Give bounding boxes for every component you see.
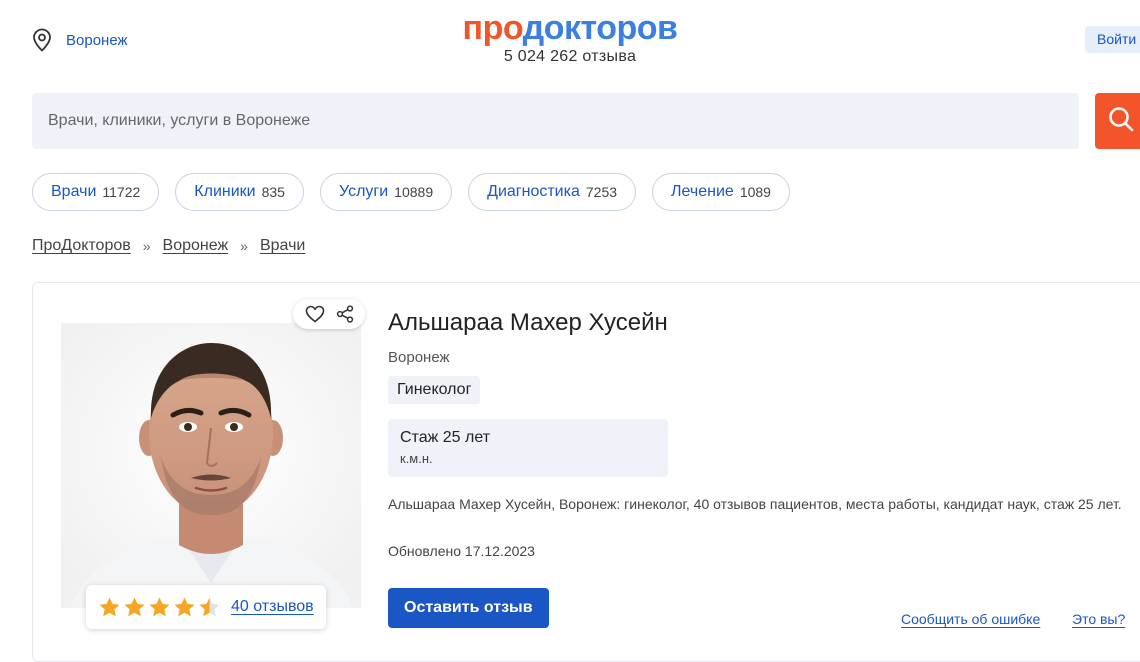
leave-review-button[interactable]: Оставить отзыв: [388, 588, 549, 628]
breadcrumb-separator: »: [142, 238, 151, 254]
breadcrumb: ПроДокторов » Воронеж » Врачи: [32, 237, 305, 255]
star-icon: [99, 597, 120, 617]
doctor-card: 40 отзывов Альшараа Махер Хусейн Воронеж…: [32, 282, 1140, 662]
tab-doctors[interactable]: Врачи 11722: [32, 173, 160, 211]
breadcrumb-separator: »: [240, 238, 248, 254]
tab-treatment[interactable]: Лечение 1089: [652, 173, 790, 211]
logo[interactable]: продокторов 5 024 262 отзыва: [0, 8, 1140, 66]
total-review-count: 5 024 262 отзыва: [503, 48, 637, 65]
share-icon[interactable]: [336, 305, 354, 323]
report-error-link[interactable]: Сообщить об ошибке: [901, 611, 1040, 627]
heart-icon[interactable]: [305, 305, 325, 323]
doctor-description: Альшараа Махер Хусейн, Воронеж: гинеколо…: [388, 496, 1122, 512]
academic-degree: к.м.н.: [400, 451, 433, 466]
search-button[interactable]: [1095, 93, 1140, 149]
star-icon: [124, 597, 145, 617]
category-tabs: Врачи 11722 Клиники 835 Услуги 10889 Диа…: [32, 173, 790, 211]
logo-doc: докторов: [522, 9, 678, 47]
updated-date: Обновлено 17.12.2023: [388, 543, 535, 559]
logo-text[interactable]: продокторов: [0, 8, 1140, 48]
star-icon: [174, 597, 195, 617]
tab-label: Диагностика: [487, 183, 580, 200]
is-it-you-link[interactable]: Это вы?: [1072, 611, 1125, 627]
tab-count: 1089: [739, 184, 771, 200]
login-button[interactable]: Войти: [1085, 26, 1140, 53]
tab-diagnostics[interactable]: Диагностика 7253: [468, 173, 637, 211]
breadcrumb-item-city[interactable]: Воронеж: [163, 237, 229, 255]
tab-count: 11722: [102, 184, 141, 200]
breadcrumb-item-doctors[interactable]: Врачи: [260, 237, 305, 255]
tab-label: Услуги: [338, 183, 389, 200]
tab-label: Лечение: [671, 183, 734, 200]
favorite-share-group: [293, 299, 365, 329]
doctor-city: Воронеж: [388, 349, 450, 366]
logo-pro: про: [462, 9, 524, 47]
tab-count: 10889: [394, 184, 434, 200]
breadcrumb-item-prodoctorov[interactable]: ПроДокторов: [32, 237, 131, 255]
tab-clinics[interactable]: Клиники 835: [175, 173, 304, 211]
header: Воронеж продокторов 5 024 262 отзыва Вой…: [0, 0, 1140, 85]
specialty-badge[interactable]: Гинеколог: [388, 376, 481, 404]
experience-box: Стаж 25 лет к.м.н.: [388, 419, 668, 477]
tab-label: Врачи: [51, 183, 97, 200]
star-icon: [199, 597, 220, 617]
search-bar: [32, 93, 1140, 149]
star-icon: [149, 597, 170, 617]
tab-count: 7253: [585, 184, 618, 200]
tab-services[interactable]: Услуги 10889: [319, 173, 453, 211]
search-input[interactable]: [32, 93, 1079, 149]
experience-years: Стаж 25 лет: [400, 429, 491, 446]
doctor-name: Альшараа Махер Хусейн: [388, 309, 668, 336]
tab-label: Клиники: [194, 183, 256, 200]
star-rating: [98, 596, 221, 618]
reviews-link[interactable]: 40 отзывов: [231, 598, 314, 616]
search-icon: [1108, 106, 1134, 137]
rating-box: 40 отзывов: [86, 585, 326, 629]
tab-count: 835: [261, 184, 285, 200]
doctor-photo: [61, 323, 361, 608]
